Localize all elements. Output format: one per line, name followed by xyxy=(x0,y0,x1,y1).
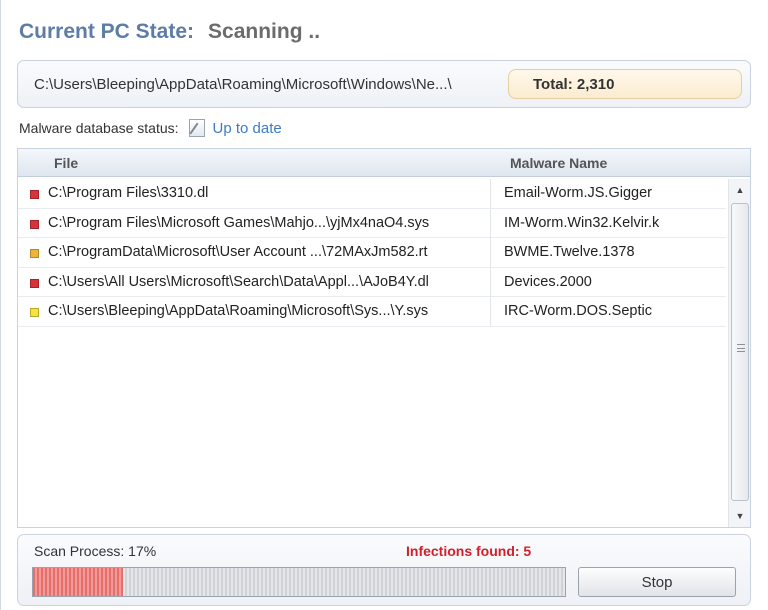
total-scanned-badge: Total: 2,310 xyxy=(508,69,742,99)
table-row[interactable]: C:\Users\Bleeping\AppData\Roaming\Micros… xyxy=(18,297,726,327)
file-path-cell: C:\ProgramData\Microsoft\User Account ..… xyxy=(48,244,428,260)
table-row[interactable]: C:\Program Files\3310.dl Email-Worm.JS.Gi… xyxy=(18,179,726,209)
pc-state: Current PC State: Scanning .. xyxy=(19,20,320,50)
column-divider xyxy=(490,208,491,238)
table-row[interactable]: C:\Users\All Users\Microsoft\Search\Data… xyxy=(18,267,726,297)
column-divider xyxy=(490,179,491,208)
pc-state-label: Current PC State: xyxy=(19,20,195,43)
severity-indicator-icon xyxy=(30,219,39,229)
malware-name-cell: BWME.Twelve.1378 xyxy=(504,244,635,260)
infections-table: File Malware Name C:\Program Files\3310.… xyxy=(17,148,751,528)
file-path-cell: C:\Users\All Users\Microsoft\Search\Data… xyxy=(48,273,429,290)
severity-indicator-icon xyxy=(30,190,39,199)
malware-name-cell: IM-Worm.Win32.Kelvir.k xyxy=(504,214,660,231)
malware-name-cell: Devices.2000 xyxy=(504,273,592,290)
table-header: File Malware Name xyxy=(18,149,750,177)
malware-name-cell: IRC-Worm.DOS.Septic xyxy=(504,303,652,319)
update-icon xyxy=(188,119,205,137)
scroll-up-arrow-icon[interactable]: ▲ xyxy=(729,179,751,201)
file-path-cell: C:\Program Files\Microsoft Games\Mahjo..… xyxy=(48,214,430,231)
scroll-down-arrow-icon[interactable]: ▼ xyxy=(729,505,751,527)
infections-found-count: Infections found: 5 xyxy=(406,543,532,559)
database-status-link[interactable]: Up to date xyxy=(213,120,282,137)
vertical-scrollbar[interactable]: ▲ ▼ xyxy=(728,179,750,527)
scan-process-label: Scan Process: 17% xyxy=(34,543,157,559)
column-header-file[interactable]: File xyxy=(54,155,78,171)
current-scan-path: C:\Users\Bleeping\AppData\Roaming\Micros… xyxy=(34,76,452,93)
table-body: C:\Program Files\3310.dl Email-Worm.JS.Gi… xyxy=(18,179,726,327)
severity-indicator-icon xyxy=(30,278,39,288)
pc-state-value: Scanning .. xyxy=(208,20,321,43)
database-status: Malware database status: Up to date xyxy=(19,118,282,138)
database-status-label: Malware database status: xyxy=(19,120,179,136)
table-row[interactable]: C:\ProgramData\Microsoft\User Account ..… xyxy=(18,238,726,268)
scrollbar-grip-icon xyxy=(737,344,745,352)
stop-button[interactable]: Stop xyxy=(578,567,736,597)
file-path-cell: C:\Program Files\3310.dl xyxy=(48,185,209,201)
table-row[interactable]: C:\Program Files\Microsoft Games\Mahjo..… xyxy=(18,208,726,238)
severity-indicator-icon xyxy=(30,249,39,258)
column-divider xyxy=(490,297,491,326)
malware-name-cell: Email-Worm.JS.Gigger xyxy=(504,185,652,201)
column-divider xyxy=(490,267,491,297)
current-path-panel: C:\Users\Bleeping\AppData\Roaming\Micros… xyxy=(17,60,751,108)
scan-progress-bar xyxy=(32,567,566,597)
file-path-cell: C:\Users\Bleeping\AppData\Roaming\Micros… xyxy=(48,303,429,319)
scan-status-panel: Scan Process: 17% Infections found: 5 St… xyxy=(17,534,751,606)
scrollbar-thumb[interactable] xyxy=(731,203,749,501)
scan-progress-fill xyxy=(33,568,124,596)
severity-indicator-icon xyxy=(30,308,39,317)
column-header-malware-name[interactable]: Malware Name xyxy=(510,155,607,171)
scanner-window: Current PC State: Scanning .. C:\Users\B… xyxy=(0,0,768,610)
column-divider xyxy=(490,238,491,267)
